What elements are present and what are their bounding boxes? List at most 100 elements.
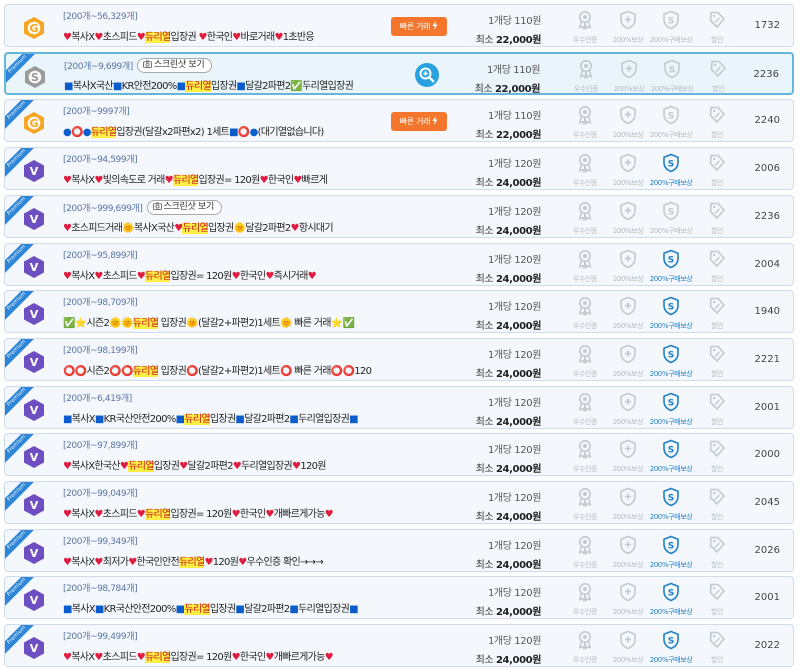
medal-icon bbox=[563, 59, 609, 83]
screenshot-button[interactable]: 스크린샷 보기 bbox=[146, 199, 222, 215]
listing-row[interactable]: Premium G [200개~9997개] ●⭕●듀리열입장권(달갈x2파편x2) … bbox=[4, 99, 794, 143]
quantity-range: [200개~97,899개] bbox=[63, 438, 138, 451]
minimum-price-value: 24,000원 bbox=[496, 416, 541, 428]
minimum-price-value: 22,000원 bbox=[496, 35, 541, 46]
listing-title[interactable]: ■복사X국산■KR안전200%■듀리열입장권■달갈2파편2✅두리열입장권 bbox=[64, 77, 386, 92]
listing-title[interactable]: ♥복사X♥초스피드♥듀리열입장권= 120원♥한국인♥개빠르게가능♥ bbox=[63, 648, 385, 664]
badge-medal: 우수인증 bbox=[562, 630, 608, 665]
badge-shield-dollar: S 200%구매보상 bbox=[648, 249, 694, 284]
badge-shield-dollar: S 200%구매보상 bbox=[648, 535, 694, 570]
badge-label: 할인 bbox=[710, 369, 724, 378]
discount-tag-icon bbox=[694, 249, 740, 273]
title-text: 복사X bbox=[71, 604, 96, 616]
badge-discount-tag: 할인 bbox=[695, 59, 741, 93]
title-text: KR국산안전200% bbox=[103, 604, 177, 616]
title-text: ⭐✅ bbox=[330, 318, 355, 330]
quantity-range-text: [200개~99,049개] bbox=[63, 489, 138, 499]
badge-shield-plus: 200%보상 bbox=[605, 487, 651, 522]
quantity-range: [200개~95,899개] bbox=[63, 248, 138, 261]
medal-icon bbox=[562, 105, 608, 129]
listing-row[interactable]: Premium V [200개~98,784개] ■복사X■KR국산안전200%■듀리… bbox=[4, 576, 794, 620]
badge-medal: 우수인증 bbox=[562, 439, 608, 474]
listing-title[interactable]: ♥복사X♥초스피드♥듀리열입장권= 120원♥한국인♥즉시거래♥ bbox=[63, 267, 385, 282]
badge-label: 200%보상 bbox=[612, 369, 644, 378]
listing-title[interactable]: ♥복사X♥빛의속도로 거래♥듀리열입장권= 120원♥한국인♥빠르게 bbox=[63, 171, 385, 187]
listing-title[interactable]: ⭕⭕시즌2⭕⭕듀리열 입장권⭕(달갈2+파편2)1세트⭕ 빠른 거래⭕⭕120 bbox=[63, 362, 385, 377]
zoom-icon[interactable] bbox=[415, 62, 439, 87]
listing-row[interactable]: Premium V [200개~98,199개] ⭕⭕시즌2⭕⭕듀리열 입장권⭕(달갈… bbox=[4, 337, 794, 381]
heart-emoji: ⭕ bbox=[280, 365, 292, 377]
listing-row[interactable]: Premium V [200개~999,699개] 스크린샷 보기 ♥초스피드거래🌞복사… bbox=[4, 194, 794, 238]
listing-title[interactable]: ♥복사X♥최저가♥한국인안전듀리열♥120원♥우수인증 확인→→→ bbox=[63, 553, 385, 568]
price-info: 1개당 120원 최소 24,000원 bbox=[476, 394, 542, 428]
listing-title[interactable]: ✅⭐시즌2🌞🌞듀리열 입장권🌞(달갈2+파편2)1세트🌞 빠른 거래⭐✅ bbox=[63, 314, 385, 330]
quantity-range: [200개~99,349개] bbox=[63, 534, 138, 547]
quantity-range: [200개~56,329개] bbox=[63, 9, 138, 22]
title-text: 두리열입장권 bbox=[298, 604, 350, 616]
heart-emoji: ♥ bbox=[231, 270, 241, 282]
shield-dollar-icon: S bbox=[648, 10, 694, 34]
minimum-price-label: 최소 bbox=[475, 607, 494, 619]
highlighted-keyword: 듀리열 bbox=[132, 318, 159, 330]
svg-text:S: S bbox=[31, 71, 39, 84]
listing-count: 2026 bbox=[754, 544, 780, 556]
badge-discount-tag: 할인 bbox=[694, 582, 740, 617]
listing-title[interactable]: ■복사X■KR국산안전200%■듀리열입장권■달갈2파편2■두리열입장권■ bbox=[63, 410, 385, 425]
fast-trade-button[interactable]: 빠른 거래 bbox=[391, 17, 447, 36]
listing-row[interactable]: Premium V [200개~99,049개] ♥복사X♥초스피드♥듀리열입장권= … bbox=[4, 481, 794, 524]
listing-row[interactable]: Premium V [200개~98,709개] ✅⭐시즌2🌞🌞듀리열 입장권🌞(달갈… bbox=[4, 290, 794, 334]
listing-row[interactable]: Premium V [200개~97,899개] ♥복사X한국산♥듀리열입장권♥달갈2… bbox=[4, 433, 794, 477]
title-text: 빠르게 bbox=[301, 175, 328, 187]
quantity-range: [200개~99,049개] bbox=[63, 486, 138, 499]
badge-shield-dollar: S 200%구매보상 bbox=[648, 296, 694, 331]
listing-title[interactable]: ●⭕●듀리열입장권(달갈x2파편x2) 1세트■⭕●(대기열없습니다) bbox=[63, 123, 385, 139]
title-text: (달갈2+파편2)1세트 bbox=[197, 318, 281, 330]
listing-count: 2221 bbox=[754, 353, 780, 365]
badge-shield-plus: 200%보상 bbox=[605, 296, 651, 331]
emoji-decoration: ■ bbox=[63, 413, 72, 425]
badge-label: 200%보상 bbox=[612, 656, 644, 665]
price-info: 1개당 110원 최소 22,000원 bbox=[475, 107, 542, 142]
listing-title[interactable]: ■복사X■KR국산안전200%■듀리열입장권■달갈2파편2■두리열입장권■ bbox=[63, 600, 385, 616]
minimum-price-label: 최소 bbox=[475, 178, 494, 190]
listing-row[interactable]: Premium S [200개~9,699개] 스크린샷 보기 ■복사X국산■KR안전2… bbox=[4, 51, 794, 95]
unit-price: 1개당 110원 bbox=[487, 16, 541, 27]
title-text: 복사X bbox=[71, 556, 95, 568]
minimum-price-label: 최소 bbox=[475, 655, 494, 667]
badge-shield-dollar: S 200%구매보상 bbox=[648, 630, 694, 665]
title-text: 🌞🌞 bbox=[109, 318, 133, 330]
title-text: 초스피드 bbox=[102, 32, 138, 43]
listing-count: 2022 bbox=[754, 640, 780, 652]
badge-shield-plus: 200%보상 bbox=[605, 249, 651, 284]
minimum-price: 최소 24,000원 bbox=[476, 413, 542, 428]
badge-label: 200%구매보상 bbox=[649, 417, 693, 426]
badge-label: 우수인증 bbox=[572, 322, 598, 331]
shield-dollar-icon: S bbox=[648, 487, 694, 511]
title-text: 초스피드거래 bbox=[71, 222, 123, 234]
listing-title[interactable]: ♥복사X♥초스피드♥듀리열입장권= 120원♥한국인♥개빠르게가능♥ bbox=[63, 505, 385, 520]
listing-title[interactable]: ♥복사X한국산♥듀리열입장권♥달갈2파편2♥두리열입장권♥120원 bbox=[63, 457, 385, 473]
title-text: 입장권 bbox=[207, 222, 234, 234]
title-text: 입장권 bbox=[158, 365, 187, 377]
listing-row[interactable]: Premium V [200개~99,349개] ♥복사X♥최저가♥한국인안전듀리열♥… bbox=[4, 528, 794, 572]
screenshot-button[interactable]: 스크린샷 보기 bbox=[136, 57, 213, 73]
fast-trade-button[interactable]: 빠른 거래 bbox=[391, 112, 447, 132]
heart-emoji: ♥ bbox=[293, 175, 302, 187]
svg-text:S: S bbox=[669, 65, 675, 75]
listing-title[interactable]: ♥복사X♥초스피드♥듀리열입장권 ♥한국인♥바로거래♥1초반응 bbox=[63, 28, 385, 43]
svg-text:S: S bbox=[668, 493, 674, 503]
fast-trade-label: 빠른 거래 bbox=[399, 22, 431, 31]
heart-emoji: ♥ bbox=[136, 652, 146, 664]
title-text: 달갈2파편2 bbox=[187, 461, 233, 473]
listing-row[interactable]: Premium V [200개~6,419개] ■복사X■KR국산안전200%■듀리열… bbox=[4, 385, 794, 429]
listing-row[interactable]: Premium V [200개~94,599개] ♥복사X♥빛의속도로 거래♥듀리열입… bbox=[4, 147, 794, 191]
listing-title[interactable]: ♥초스피드거래🌞복사X국산♥듀리열입장권🌞달갈2파편2♥항시대기 bbox=[63, 219, 385, 234]
listing-row[interactable]: Premium V [200개~95,899개] ♥복사X♥초스피드♥듀리열입장권= … bbox=[4, 242, 794, 286]
listing-row[interactable]: Premium V [200개~99,499개] ♥복사X♥초스피드♥듀리열입장권= … bbox=[4, 624, 794, 668]
listing-row[interactable]: G [200개~56,329개] ♥복사X♥초스피드♥듀리열입장권 ♥한국인♥바로거… bbox=[4, 4, 794, 47]
svg-text:V: V bbox=[30, 547, 39, 560]
title-text: 입장권 bbox=[210, 80, 237, 92]
emoji-decoration: ■ bbox=[289, 413, 299, 425]
svg-text:S: S bbox=[668, 541, 674, 551]
minimum-price-label: 최소 bbox=[475, 130, 494, 142]
